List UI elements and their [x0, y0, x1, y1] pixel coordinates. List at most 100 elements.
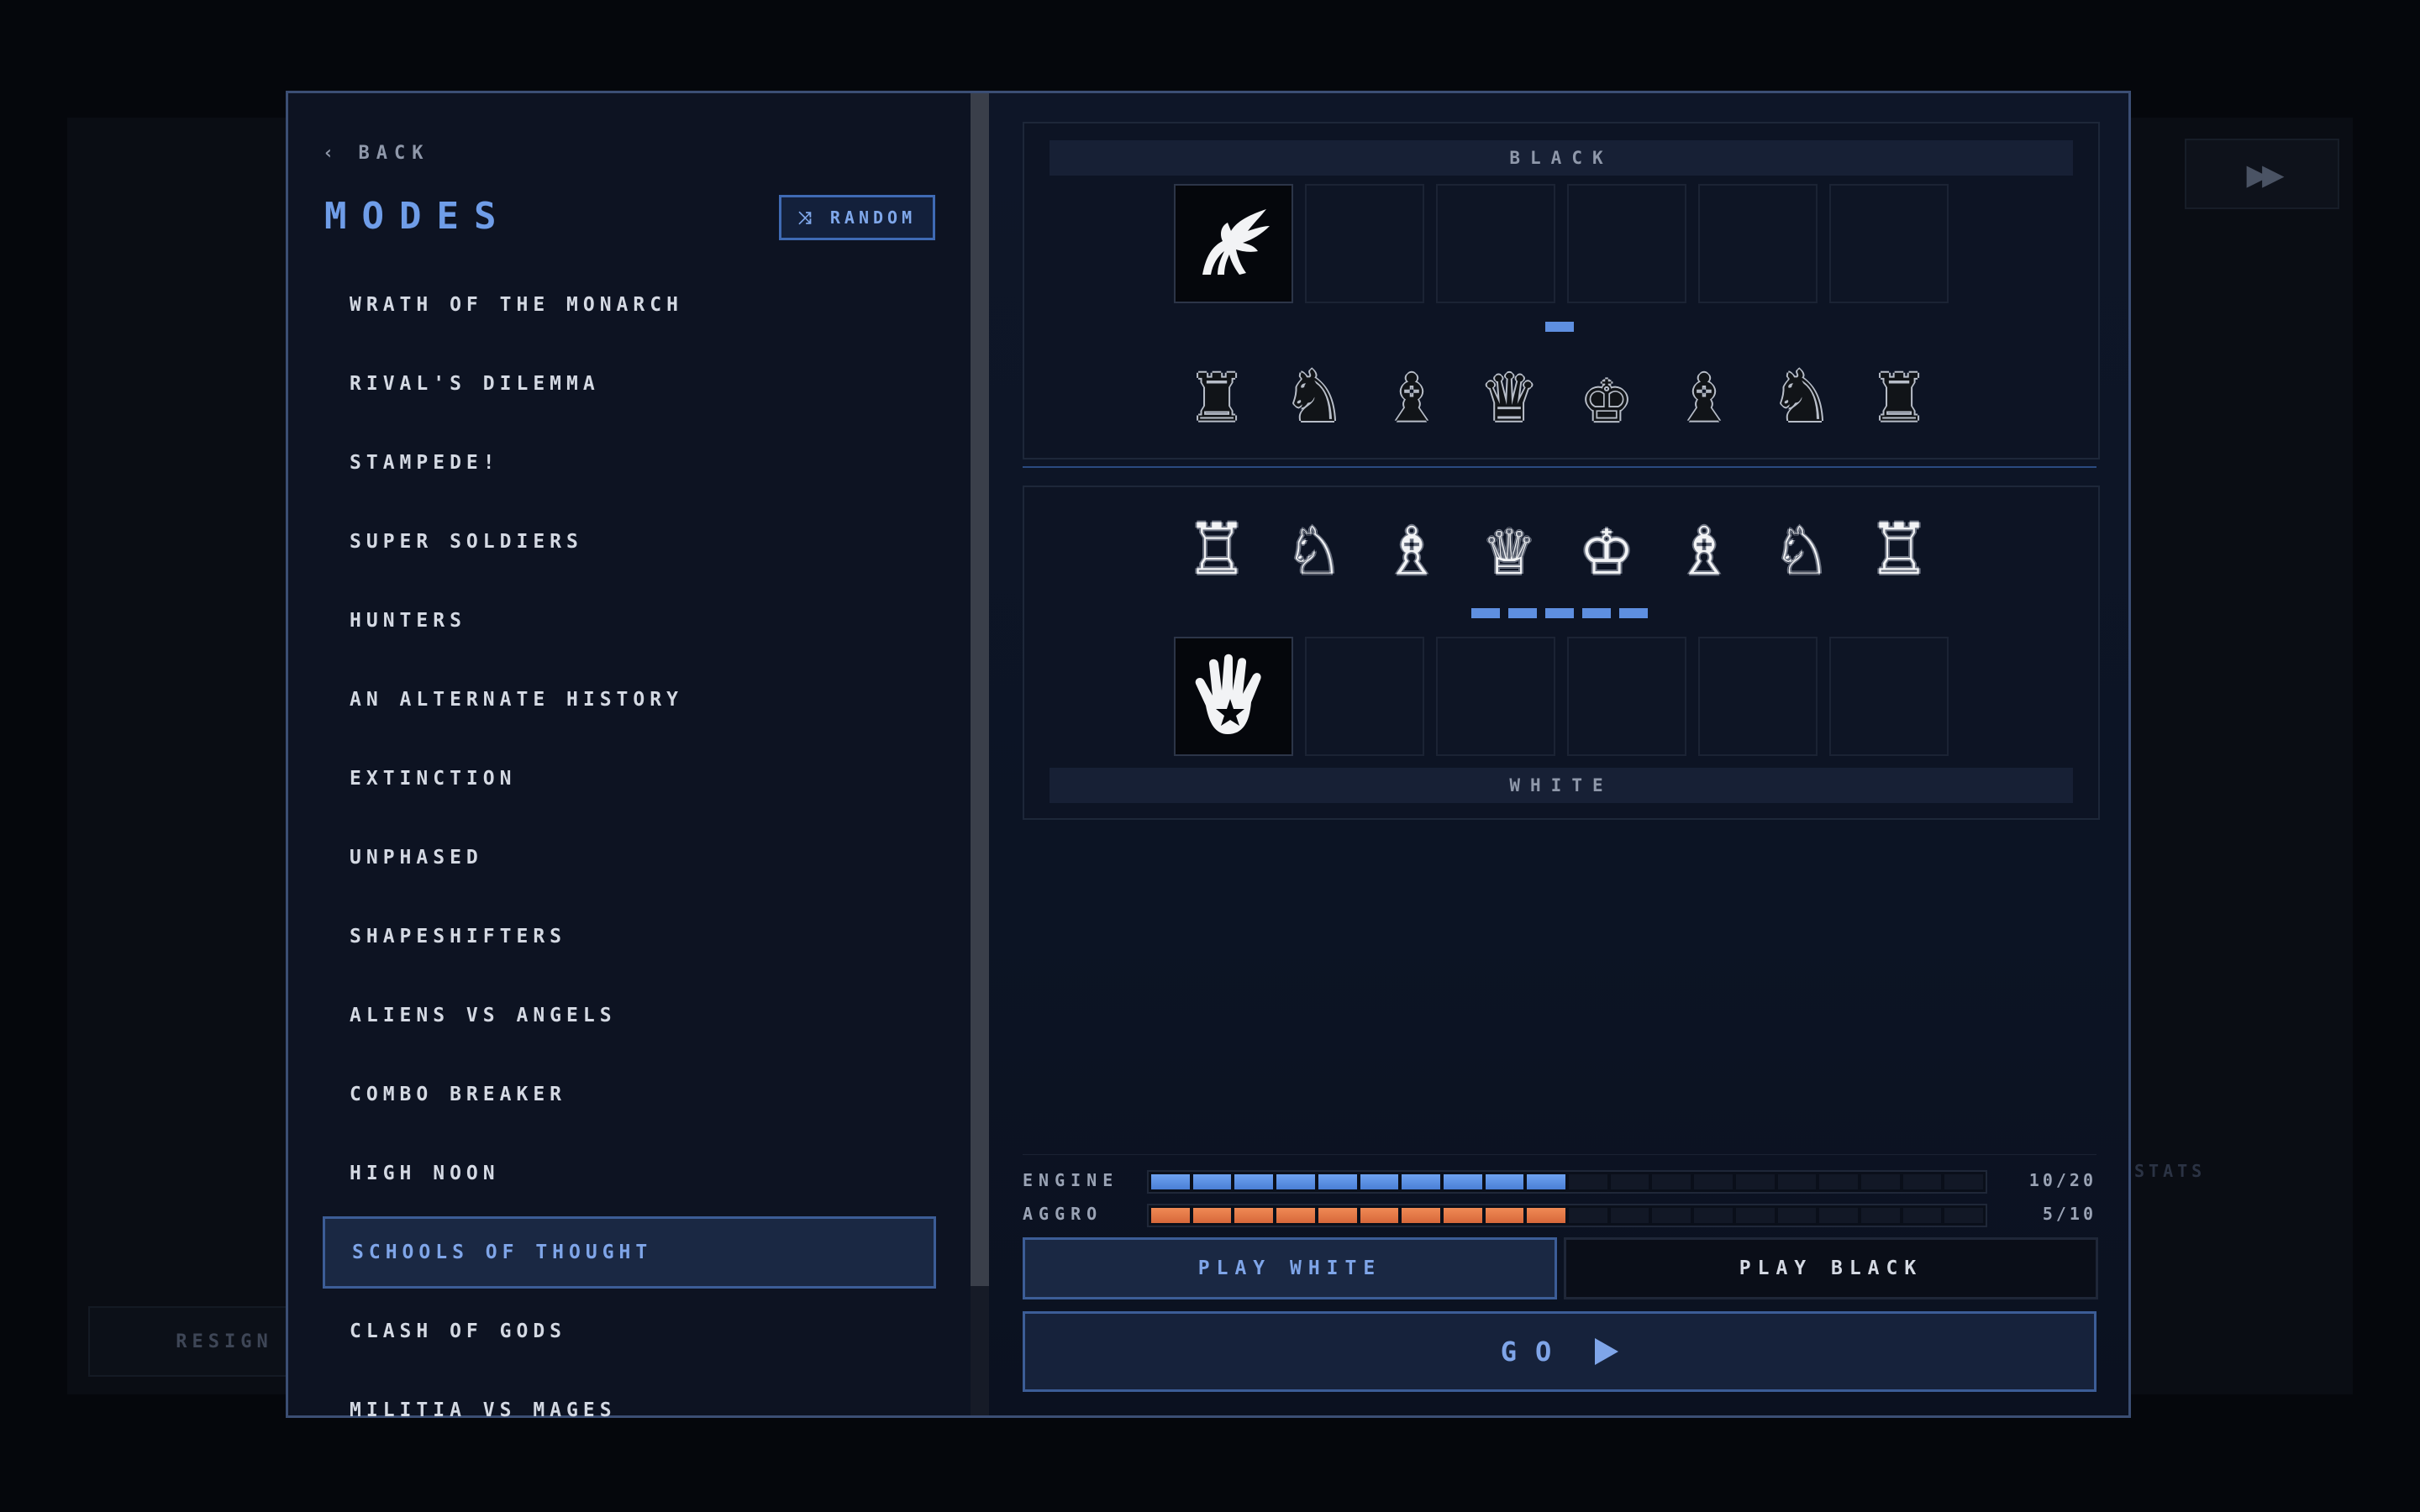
meter-segment: [1485, 1174, 1524, 1189]
mode-item[interactable]: UNPHASED: [323, 818, 936, 897]
meter-segment: [1944, 1208, 1984, 1223]
black-piece: ♚: [1582, 346, 1631, 440]
white-ability-slot[interactable]: [1174, 637, 1293, 756]
play-white-button[interactable]: PLAY WHITE: [1023, 1237, 1557, 1299]
meter-segment: [1527, 1174, 1566, 1189]
white-label: WHITE: [1050, 768, 2073, 803]
mode-item[interactable]: HIGH NOON: [323, 1134, 936, 1213]
meter-segment: [1360, 1174, 1399, 1189]
mode-item[interactable]: MILITIA VS MAGES: [323, 1371, 936, 1450]
black-empty-slot: [1305, 184, 1424, 303]
go-label: GO: [1500, 1336, 1570, 1368]
meter-segment: [1318, 1208, 1357, 1223]
meter-segment: [1569, 1174, 1607, 1189]
black-empty-slot: [1698, 184, 1818, 303]
meter-segment: [1402, 1208, 1440, 1223]
white-piece: ♖: [1875, 499, 1923, 593]
white-piece: ♘: [1777, 499, 1826, 593]
meter-segment: [1527, 1208, 1566, 1223]
mode-item[interactable]: WRATH OF THE MONARCH: [323, 265, 936, 344]
go-button[interactable]: GO: [1023, 1311, 2096, 1392]
white-piece: ♖: [1192, 499, 1241, 593]
energy-pip: [1471, 608, 1500, 618]
back-button[interactable]: ‹ BACK: [323, 143, 429, 164]
meter-segment: [1652, 1174, 1691, 1189]
meter-segment: [1443, 1208, 1482, 1223]
energy-pip: [1508, 608, 1537, 618]
black-label: BLACK: [1050, 140, 2073, 176]
star-hand-icon: [1195, 654, 1261, 734]
mode-item[interactable]: ALIENS VS ANGELS: [323, 976, 936, 1055]
mode-item[interactable]: COMBO BREAKER: [323, 1055, 936, 1134]
meter-segment: [1860, 1174, 1900, 1189]
winged-creature-icon: [1202, 209, 1270, 275]
white-empty-slot: [1698, 637, 1818, 756]
settings-divider: [1023, 1154, 2096, 1155]
meter-segment: [1234, 1174, 1274, 1189]
meter-segment: [1151, 1208, 1190, 1223]
black-piece: ♜: [1875, 346, 1923, 440]
page-title: MODES: [324, 195, 512, 238]
meter-segment: [1443, 1174, 1482, 1189]
black-piece: ♞: [1777, 346, 1826, 440]
black-empty-slot: [1567, 184, 1686, 303]
mode-list: WRATH OF THE MONARCH RIVAL'S DILEMMA STAMP…: [323, 265, 936, 1450]
mode-item[interactable]: AN ALTERNATE HISTORY: [323, 660, 936, 739]
aggro-slider[interactable]: [1147, 1204, 1987, 1227]
black-piece: ♞: [1290, 346, 1339, 440]
meter-segment: [1569, 1208, 1607, 1223]
scrollbar-thumb[interactable]: [971, 93, 989, 1286]
meter-segment: [1276, 1208, 1315, 1223]
engine-slider[interactable]: [1147, 1170, 1987, 1194]
meter-segment: [1192, 1174, 1232, 1189]
meter-segment: [1902, 1208, 1942, 1223]
meter-segment: [1902, 1174, 1942, 1189]
engine-value: 10/20: [2028, 1170, 2096, 1190]
white-piece: ♘: [1290, 499, 1339, 593]
meter-segment: [1485, 1208, 1524, 1223]
engine-setting: ENGINE 10/20: [1023, 1170, 2096, 1195]
meter-segment: [1819, 1174, 1858, 1189]
black-empty-slot: [1436, 184, 1555, 303]
meter-segment: [1860, 1208, 1900, 1223]
meter-segment: [1276, 1174, 1315, 1189]
meter-segment: [1360, 1208, 1399, 1223]
mode-item[interactable]: EXTINCTION: [323, 739, 936, 818]
meter-segment: [1610, 1174, 1649, 1189]
meter-segment: [1192, 1208, 1232, 1223]
meter-segment: [1652, 1208, 1691, 1223]
white-empty-slot: [1829, 637, 1949, 756]
mode-item[interactable]: SCHOOLS OF THOUGHT: [323, 1216, 936, 1289]
energy-pip: [1582, 608, 1611, 618]
black-empty-slot: [1829, 184, 1949, 303]
mode-item[interactable]: HUNTERS: [323, 581, 936, 660]
play-black-button[interactable]: PLAY BLACK: [1564, 1237, 2098, 1299]
meter-segment: [1735, 1174, 1775, 1189]
meter-segment: [1777, 1174, 1817, 1189]
energy-pip: [1545, 322, 1574, 332]
meter-segment: [1819, 1208, 1858, 1223]
meter-segment: [1694, 1174, 1733, 1189]
meter-segment: [1234, 1208, 1274, 1223]
mode-item[interactable]: RIVAL'S DILEMMA: [323, 344, 936, 423]
black-piece: ♜: [1192, 346, 1241, 440]
engine-label: ENGINE: [1023, 1170, 1119, 1190]
black-ability-slot[interactable]: [1174, 184, 1293, 303]
energy-pip: [1619, 608, 1648, 618]
fast-forward-icon: ▶▶: [2185, 139, 2339, 209]
white-piece: ♗: [1680, 499, 1728, 593]
mode-item[interactable]: SHAPESHIFTERS: [323, 897, 936, 976]
meter-segment: [1735, 1208, 1775, 1223]
white-piece: ♕: [1485, 499, 1534, 593]
white-piece: ♗: [1387, 499, 1436, 593]
black-piece: ♝: [1387, 346, 1436, 440]
meter-segment: [1610, 1208, 1649, 1223]
meter-segment: [1777, 1208, 1817, 1223]
mode-item[interactable]: STAMPEDE!: [323, 423, 936, 502]
play-arrow-icon: [1595, 1338, 1619, 1365]
random-button[interactable]: ⤨ RANDOM: [779, 195, 935, 240]
black-piece: ♛: [1485, 346, 1534, 440]
stats-label: STATS: [2134, 1161, 2207, 1181]
mode-item[interactable]: SUPER SOLDIERS: [323, 502, 936, 581]
mode-item[interactable]: CLASH OF GODS: [323, 1292, 936, 1371]
